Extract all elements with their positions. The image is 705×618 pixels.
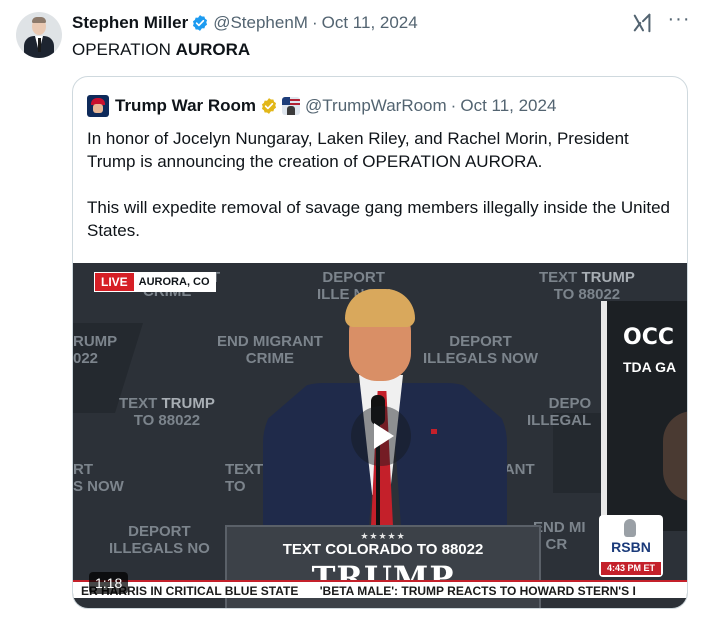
quoted-tweet[interactable]: Trump War Room @TrumpWarRoom · Oct 11, 2… [72,76,688,609]
author-handle[interactable]: @StephenM [213,13,308,33]
ticker-item: 'BETA MALE': TRUMP REACTS TO HOWARD STER… [319,584,636,598]
tweet: Stephen Miller @StephenM · Oct 11, 2024 … [0,0,705,618]
rsbn-logo: RSBN 4:43 PM ET [599,515,663,577]
background-text: DEPO ILLEGAL [527,395,592,429]
separator: · [450,96,457,115]
background-text: TEXT TRUMP TO 88022 [119,395,215,429]
tweet-header: Stephen Miller @StephenM · Oct 11, 2024 [72,12,418,34]
quoted-author-handle[interactable]: @TrumpWarRoom [305,96,447,116]
quoted-paragraph-1: In honor of Jocelyn Nungaray, Laken Rile… [87,129,629,171]
background-text: TEXT TO [225,461,264,495]
quoted-paragraph-2: This will expedite removal of savage gan… [87,198,671,240]
verified-badge-icon[interactable] [191,14,209,32]
separator: · [311,13,318,32]
quoted-author-name[interactable]: Trump War Room [115,96,256,116]
background-text: RT S NOW [73,461,124,495]
live-location: AURORA, CO [133,273,215,291]
background-text: DEPORT ILLEGALS NO [109,523,210,557]
grok-icon[interactable] [632,12,654,34]
quoted-tweet-header: Trump War Room @TrumpWarRoom · Oct 11, 2… [87,95,556,117]
play-icon[interactable] [351,406,411,466]
tweet-text-prefix: OPERATION [72,40,176,59]
quoted-author-avatar[interactable] [87,95,109,117]
video-duration: 1:18 [89,572,129,594]
live-badge: LIVE [95,273,134,291]
background-sign: OCC TDA GA [601,301,687,531]
more-options-icon[interactable]: ··· [666,9,692,34]
gold-verified-badge-icon[interactable] [260,97,278,115]
affiliate-badge-icon[interactable] [282,97,301,115]
post-date[interactable]: Oct 11, 2024 [322,13,418,33]
background-text: RUMP 022 [73,333,118,367]
author-name[interactable]: Stephen Miller [72,13,188,33]
tweet-text-bold: AURORA [175,40,251,59]
author-avatar[interactable] [16,12,62,58]
quoted-post-date[interactable]: Oct 11, 2024 [460,96,556,116]
video-player[interactable]: CRIME T DEPORT ILLE NOW TEXT TRUMP TO 8802… [73,263,687,608]
quoted-tweet-text: In honor of Jocelyn Nungaray, Laken Rile… [87,127,677,242]
background-text: TEXT TRUMP TO 88022 [539,269,635,303]
news-ticker: ER HARRIS IN CRITICAL BLUE STATE 'BETA M… [73,580,687,598]
live-banner: LIVE AURORA, CO [95,273,215,291]
tweet-text: OPERATION AURORA [72,40,250,60]
